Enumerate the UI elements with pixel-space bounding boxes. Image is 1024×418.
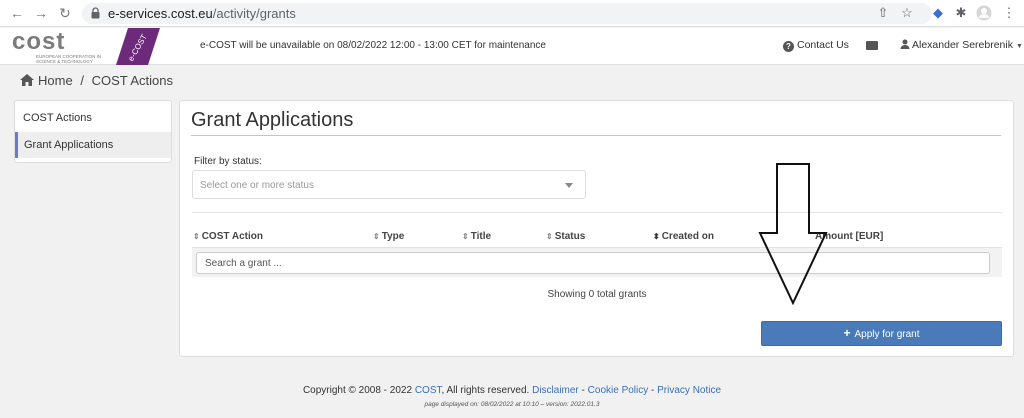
user-name: Alexander Serebrenik — [912, 39, 1013, 51]
url-path: /activity/grants — [212, 6, 296, 21]
puzzle-icon[interactable]: ✱ — [953, 5, 969, 21]
column-label: Type — [381, 231, 405, 242]
back-icon[interactable]: ← — [8, 4, 26, 22]
home-icon[interactable] — [20, 74, 34, 86]
column-label: Status — [554, 231, 586, 242]
grant-search-input[interactable] — [196, 252, 990, 274]
extension-icon[interactable]: ◆ — [930, 5, 946, 21]
disclaimer-link[interactable]: Disclaimer — [532, 385, 579, 396]
sort-icon: ⇕ — [546, 232, 553, 241]
apply-label: Apply for grant — [854, 329, 920, 340]
sort-icon: ⇕ — [462, 232, 469, 241]
profile-avatar-icon[interactable] — [976, 5, 992, 21]
column-header-title[interactable]: ⇕ Title — [462, 231, 491, 242]
breadcrumb-separator: / — [80, 73, 84, 88]
user-menu[interactable]: Alexander Serebrenik ▼ — [900, 39, 1023, 51]
table-divider — [192, 212, 1002, 213]
footer-dash: - — [648, 385, 658, 396]
annotation-arrow-down — [758, 163, 828, 305]
contact-us-link[interactable]: ? Contact Us — [783, 39, 849, 52]
filter-label: Filter by status: — [194, 156, 262, 167]
sort-desc-icon: ⬍ — [653, 232, 660, 241]
column-header-status[interactable]: ⇕ Status — [546, 231, 585, 242]
logo-subtitle: EUROPEAN COOPERATION IN SCIENCE & TECHNO… — [36, 54, 102, 64]
address-bar[interactable]: e-services.cost.eu/activity/grants ⇧ ☆ — [82, 3, 932, 24]
grant-applications-panel: Grant Applications Filter by status: Sel… — [179, 100, 1014, 357]
sidebar-item-grant-applications[interactable]: Grant Applications — [15, 132, 171, 158]
profile-circle-icon — [976, 5, 992, 21]
cost-logo[interactable]: cost EUROPEAN COOPERATION IN SCIENCE & T… — [12, 28, 106, 65]
lock-icon — [91, 7, 100, 19]
apply-for-grant-button[interactable]: + Apply for grant — [761, 321, 1002, 346]
page-displayed-info: page displayed on: 08/02/2022 at 10:10 –… — [424, 401, 600, 408]
question-circle-icon: ? — [783, 41, 794, 52]
url-host: e-services.cost.eu — [108, 6, 213, 21]
envelope-icon[interactable] — [866, 41, 878, 50]
footer-dash: - — [578, 385, 588, 396]
chevron-down-icon: ▼ — [1015, 43, 1023, 50]
column-label: Title — [470, 231, 492, 242]
page-title: Grant Applications — [191, 109, 354, 131]
column-label: Created on — [661, 231, 714, 242]
app-header: cost EUROPEAN COOPERATION IN SCIENCE & T… — [0, 28, 1024, 65]
column-header-type[interactable]: ⇕ Type — [373, 231, 404, 242]
cost-link[interactable]: COST — [415, 385, 442, 396]
cookie-policy-link[interactable]: Cookie Policy — [588, 385, 649, 396]
sidebar-item-cost-actions[interactable]: COST Actions — [15, 105, 171, 131]
breadcrumb: Home / COST Actions — [20, 73, 173, 88]
status-filter-select[interactable]: Select one or more status — [192, 170, 586, 199]
more-menu-icon[interactable]: ⋮ — [1001, 5, 1017, 21]
contact-us-label: Contact Us — [797, 39, 849, 51]
footer-copyright: Copyright © 2008 - 2022 COST, All rights… — [0, 385, 1024, 396]
column-header-cost-action[interactable]: ⇕ COST Action — [193, 231, 263, 242]
breadcrumb-home[interactable]: Home — [38, 73, 73, 88]
url-text: e-services.cost.eu/activity/grants — [108, 6, 296, 21]
forward-icon[interactable]: → — [32, 4, 50, 22]
rights-text: , All rights reserved. — [441, 385, 530, 396]
sort-icon: ⇕ — [373, 232, 380, 241]
plus-icon: + — [843, 326, 851, 340]
sort-icon: ⇕ — [193, 232, 200, 241]
bookmark-star-icon[interactable]: ☆ — [899, 5, 915, 21]
column-label: COST Action — [201, 231, 263, 242]
privacy-notice-link[interactable]: Privacy Notice — [657, 385, 721, 396]
title-divider — [191, 135, 1001, 136]
dropdown-arrow-icon — [565, 183, 573, 188]
ecost-badge: e-COST — [116, 28, 160, 65]
copyright-text: Copyright © 2008 - 2022 — [302, 385, 413, 396]
user-icon — [900, 39, 910, 49]
share-icon[interactable]: ⇧ — [875, 5, 891, 21]
status-filter-placeholder: Select one or more status — [200, 180, 314, 191]
breadcrumb-current[interactable]: COST Actions — [92, 73, 173, 88]
browser-toolbar: ← → ↻ e-services.cost.eu/activity/grants… — [0, 0, 1024, 27]
reload-icon[interactable]: ↻ — [56, 4, 74, 22]
table-search-row — [192, 247, 1002, 277]
maintenance-notice: e-COST will be unavailable on 08/02/2022… — [200, 40, 546, 51]
sidebar: COST Actions Grant Applications — [14, 100, 172, 163]
total-grants-text: Showing 0 total grants — [547, 289, 647, 300]
logo-word: cost — [12, 28, 66, 55]
column-header-created-on[interactable]: ⬍ Created on — [653, 231, 714, 242]
